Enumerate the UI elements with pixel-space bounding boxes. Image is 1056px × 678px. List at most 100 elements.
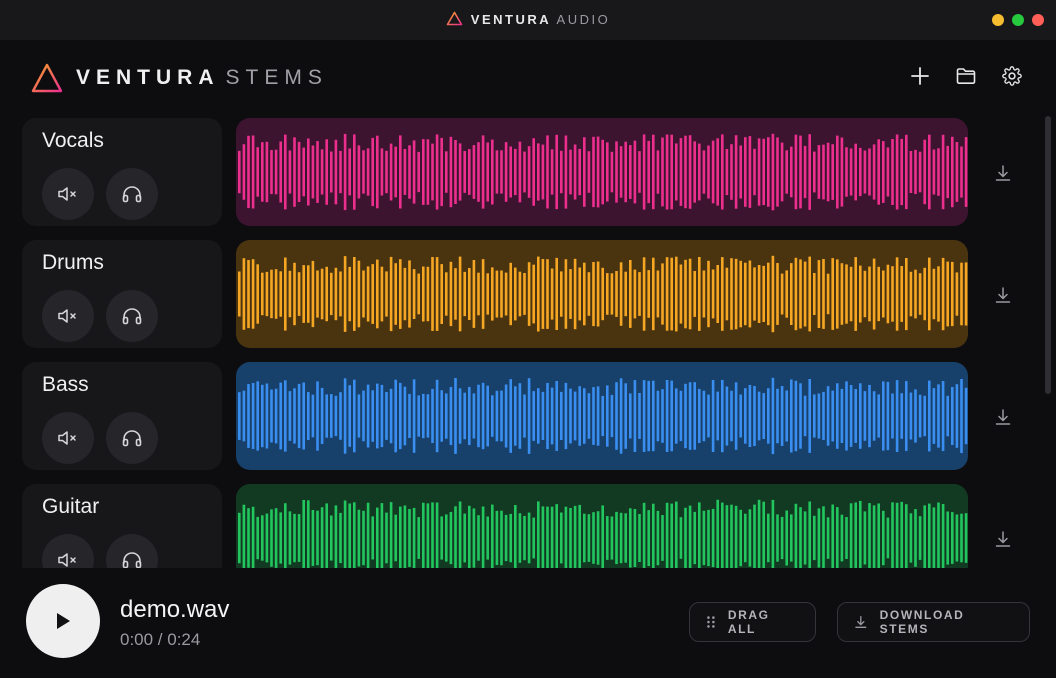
waveform-bar — [564, 382, 568, 450]
window-title: VENTURA AUDIO — [0, 11, 1056, 27]
waveform-bar — [707, 509, 710, 567]
waveform-bar — [339, 271, 342, 317]
waveform-bar — [316, 381, 319, 451]
waveform-bar — [440, 516, 443, 560]
waveform-bar — [343, 378, 347, 454]
waveform-bar — [546, 135, 549, 209]
waveform-bar — [937, 384, 940, 448]
drag-all-button[interactable]: DRAG ALL — [689, 602, 816, 642]
waveform-bar — [495, 150, 499, 194]
waveform-bar — [831, 504, 834, 568]
waveform-bar — [251, 135, 255, 209]
mute-button[interactable] — [42, 290, 94, 342]
download-stem-button[interactable] — [992, 528, 1014, 550]
waveform-bar — [509, 146, 512, 198]
download-stem-button[interactable] — [992, 162, 1014, 184]
waveform-bar — [813, 151, 816, 193]
waveform-bar — [808, 256, 811, 332]
waveform-bar — [477, 142, 480, 202]
waveform-bar — [426, 139, 430, 205]
waveform-bar — [587, 393, 591, 439]
waveform-bar — [238, 392, 241, 440]
solo-button[interactable] — [106, 534, 158, 568]
add-button[interactable] — [910, 66, 930, 86]
play-button[interactable] — [26, 584, 100, 658]
waveform[interactable] — [236, 118, 968, 226]
waveform-bar — [330, 515, 333, 561]
scrollbar[interactable] — [1045, 116, 1051, 394]
waveform-bar — [679, 264, 683, 324]
solo-button[interactable] — [106, 168, 158, 220]
waveform-bar — [822, 506, 825, 568]
waveform-bar — [757, 138, 761, 206]
mute-button[interactable] — [42, 412, 94, 464]
play-icon — [57, 613, 70, 629]
waveform-bar — [941, 504, 945, 568]
waveform-bar — [569, 149, 572, 195]
waveform-bar — [449, 261, 453, 327]
waveform-bar — [868, 148, 871, 196]
solo-button[interactable] — [106, 290, 158, 342]
waveform-bar — [610, 394, 614, 438]
waveform-bar — [698, 257, 701, 331]
open-folder-button[interactable] — [956, 66, 976, 86]
waveform-bar — [647, 270, 650, 318]
maximize-button[interactable] — [1012, 14, 1024, 26]
waveform-bar — [928, 380, 931, 452]
settings-button[interactable] — [1002, 66, 1022, 86]
minimize-button[interactable] — [992, 14, 1004, 26]
waveform-bar — [330, 272, 333, 316]
waveform-bar — [348, 503, 351, 568]
waveform-bar — [923, 395, 926, 437]
solo-button[interactable] — [106, 412, 158, 464]
waveform-bar — [817, 393, 821, 439]
download-stem-button[interactable] — [992, 284, 1014, 306]
waveform-bar — [675, 501, 678, 568]
waveform-bar — [583, 388, 586, 444]
waveform-bar — [647, 140, 650, 204]
waveform-bar — [790, 514, 793, 562]
waveform-bar — [463, 392, 466, 440]
waveform-bar — [748, 384, 752, 447]
waveform-bar — [960, 262, 963, 326]
waveform-bar — [339, 392, 342, 440]
waveform-bar — [371, 137, 374, 207]
waveform-bar — [642, 502, 646, 568]
waveform-bar — [288, 270, 292, 318]
waveform-bar — [550, 149, 554, 195]
waveform-bar — [316, 270, 319, 318]
waveform-bar — [596, 261, 600, 327]
waveform[interactable] — [236, 240, 968, 348]
waveform[interactable] — [236, 484, 968, 568]
waveform-bar — [389, 388, 393, 444]
close-button[interactable] — [1032, 14, 1044, 26]
waveform-bar — [445, 151, 448, 193]
waveform-bar — [914, 389, 917, 443]
window-brand-bold: VENTURA — [470, 12, 552, 27]
waveform-bar — [868, 384, 871, 448]
waveform-bar — [918, 151, 922, 193]
waveform-bar — [555, 134, 558, 210]
mute-button[interactable] — [42, 168, 94, 220]
waveform-bar — [647, 510, 650, 566]
waveform-bar — [799, 507, 802, 568]
track-guitar: Guitar — [22, 484, 1022, 568]
speaker-mute-icon — [58, 309, 76, 323]
waveform-bar — [721, 379, 724, 453]
waveform-bar — [955, 142, 959, 202]
download-stems-button[interactable]: DOWNLOAD STEMS — [837, 602, 1030, 642]
waveform-bar — [339, 150, 342, 194]
waveform[interactable] — [236, 362, 968, 470]
waveform-bar — [652, 380, 655, 452]
waveform-bar — [909, 151, 913, 193]
waveform-bar — [555, 381, 558, 451]
waveform-bar — [431, 388, 434, 443]
download-stem-button[interactable] — [992, 406, 1014, 428]
mute-button[interactable] — [42, 534, 94, 568]
waveform-bar — [316, 510, 319, 566]
waveform-bar — [794, 503, 798, 568]
waveform-bar — [955, 384, 959, 448]
waveform-bar — [900, 393, 903, 439]
waveform-bar — [905, 504, 908, 568]
waveform-bar — [624, 271, 627, 317]
